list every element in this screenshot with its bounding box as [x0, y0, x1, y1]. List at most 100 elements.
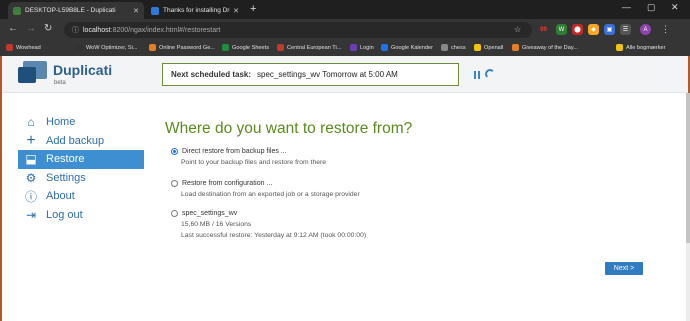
sidebar-item-label: Log out — [46, 208, 83, 221]
wowhead-icon — [6, 44, 13, 51]
scrollbar-thumb[interactable] — [686, 93, 690, 243]
brand-name: Duplicati — [53, 62, 113, 78]
sidebar-item-home[interactable]: ⌂ Home — [18, 113, 144, 132]
next-task-banner: Next scheduled task: spec_settings_wv To… — [162, 63, 459, 86]
reload-icon[interactable]: ↻ — [44, 23, 52, 34]
browser-menu-icon[interactable]: ⋮ — [660, 24, 671, 35]
extension-w-icon[interactable]: W — [556, 24, 567, 35]
maximize-button[interactable]: ▢ — [647, 2, 656, 13]
browser-tab-strip: DESKTOP-L59B8LE - Duplicati ✕ Thanks for… — [0, 0, 690, 19]
sidebar-item-label: Restore — [46, 153, 85, 166]
timezone-icon — [277, 44, 284, 51]
next-task-label: Next scheduled task: — [171, 70, 252, 79]
bookmark-label: chess — [451, 44, 466, 51]
browser-tab-driverbooster[interactable]: Thanks for installing Driver Boo ✕ — [146, 2, 244, 19]
password-gen-icon — [149, 44, 156, 51]
close-tab-icon[interactable]: ✕ — [133, 7, 139, 15]
option-desc: Point to your backup files and restore f… — [181, 159, 327, 166]
giveaway-icon — [512, 44, 519, 51]
bookmark-label: Alle bogmærker — [626, 44, 666, 51]
extension-orange-icon[interactable]: ◆ — [588, 24, 599, 35]
chess-icon — [441, 44, 448, 51]
extension-99-icon[interactable]: 99 — [538, 24, 549, 35]
logout-icon: ⇥ — [25, 207, 37, 222]
restore-option-direct[interactable]: Direct restore from backup files ... Poi… — [171, 148, 326, 166]
address-bar-row: ← → ↻ ⓘ localhost:8200/ngax/index.html#/… — [0, 19, 690, 41]
app-header: Duplicati beta Next scheduled task: spec… — [0, 56, 690, 93]
driverbooster-favicon-icon — [151, 6, 159, 15]
bookmark-item[interactable]: Online Password Ge... — [149, 44, 215, 51]
next-task-value: spec_settings_wv Tomorrow at 5:00 AM — [257, 70, 398, 79]
google-sheets-icon — [222, 44, 229, 51]
sidebar-item-restore[interactable]: ⬓ Restore — [18, 150, 144, 169]
sidebar-item-label: Home — [46, 116, 76, 129]
radio-backup[interactable] — [171, 210, 178, 217]
plus-icon: + — [26, 131, 36, 149]
sidebar-item-settings[interactable]: ⚙ Settings — [18, 169, 144, 188]
next-button[interactable]: Next > — [605, 262, 643, 275]
folder-icon — [474, 44, 481, 51]
login-icon — [350, 44, 357, 51]
minimize-button[interactable]: — — [622, 2, 631, 12]
bookmark-item[interactable]: Login — [350, 44, 374, 51]
sidebar-item-logout[interactable]: ⇥ Log out — [18, 206, 144, 225]
home-icon: ⌂ — [27, 115, 35, 130]
bookmark-star-icon[interactable]: ☆ — [514, 25, 521, 34]
bookmarks-bar: Wowhead WoW Optimizer, Si... Online Pass… — [0, 41, 690, 56]
new-tab-button[interactable]: + — [250, 3, 256, 15]
sidebar-item-add-backup[interactable]: + Add backup — [18, 132, 144, 151]
window-border — [0, 56, 2, 321]
radio-config[interactable] — [171, 180, 178, 187]
bookmark-item[interactable]: WoW Optimizer, Si... — [76, 44, 138, 51]
bookmark-label: Online Password Ge... — [159, 44, 215, 51]
folder-icon — [616, 44, 623, 51]
duplicati-logo-icon — [18, 61, 48, 87]
restore-option-backup[interactable]: spec_settings_wv 15,60 MB / 16 Versions … — [171, 210, 366, 239]
browser-tab-duplicati[interactable]: DESKTOP-L59B8LE - Duplicati ✕ — [8, 2, 144, 19]
sidebar: ⌂ Home + Add backup ⬓ Restore ⚙ Settings… — [18, 113, 144, 224]
url-bar[interactable]: ⓘ localhost:8200/ngax/index.html#/restor… — [64, 22, 532, 38]
pause-icon[interactable] — [474, 71, 481, 79]
backup-size: 15,60 MB / 16 Versions — [181, 221, 252, 228]
radio-direct[interactable] — [171, 148, 178, 155]
option-title: Restore from configuration ... — [182, 180, 273, 187]
bookmark-item[interactable]: Google Sheets — [222, 44, 269, 51]
bookmark-label: Openall — [484, 44, 504, 51]
close-tab-icon[interactable]: ✕ — [233, 7, 239, 15]
brand-sub: beta — [54, 80, 66, 86]
extension-red-icon[interactable]: ⬤ — [572, 24, 583, 35]
scrollbar[interactable] — [686, 93, 690, 321]
extension-blue-icon[interactable]: ▣ — [604, 24, 615, 35]
google-calendar-icon — [381, 44, 388, 51]
bookmark-label: Google Kalender — [391, 44, 433, 51]
gear-icon: ⚙ — [25, 170, 37, 185]
bookmark-label: Login — [360, 44, 374, 51]
url-host: localhost — [83, 26, 111, 34]
sidebar-item-about[interactable]: ⓘ About — [18, 187, 144, 206]
bookmark-label: Wowhead — [16, 44, 41, 51]
bookmark-item[interactable]: Google Kalender — [381, 44, 433, 51]
throttle-icon[interactable] — [485, 69, 495, 79]
option-desc: Load destination from an exported job or… — [181, 191, 360, 198]
bookmark-label: WoW Optimizer, Si... — [86, 44, 138, 51]
bookmark-item[interactable]: Giveaway of the Day... — [512, 44, 578, 51]
wow-optimizer-icon — [76, 44, 83, 51]
site-info-icon[interactable]: ⓘ — [72, 25, 79, 35]
tab-title: DESKTOP-L59B8LE - Duplicati — [25, 7, 116, 14]
bookmark-item[interactable]: Wowhead — [6, 44, 41, 51]
close-window-button[interactable]: ✕ — [671, 2, 679, 13]
tab-title: Thanks for installing Driver Boo — [163, 7, 231, 14]
bookmark-label: Google Sheets — [232, 44, 270, 51]
profile-avatar[interactable]: A — [640, 24, 651, 35]
bookmark-item[interactable]: chess — [441, 44, 466, 51]
forward-icon[interactable]: → — [26, 23, 36, 34]
extensions-menu-icon[interactable]: ☰ — [620, 24, 631, 35]
duplicati-favicon-icon — [13, 6, 21, 15]
all-bookmarks[interactable]: Alle bogmærker — [616, 44, 665, 51]
bookmark-item[interactable]: Central European Ti... — [277, 44, 341, 51]
back-icon[interactable]: ← — [8, 23, 18, 34]
bookmark-label: Central European Ti... — [287, 44, 342, 51]
restore-option-config[interactable]: Restore from configuration ... Load dest… — [171, 180, 360, 198]
bookmark-item[interactable]: Openall — [474, 44, 503, 51]
restore-icon: ⬓ — [25, 152, 37, 167]
